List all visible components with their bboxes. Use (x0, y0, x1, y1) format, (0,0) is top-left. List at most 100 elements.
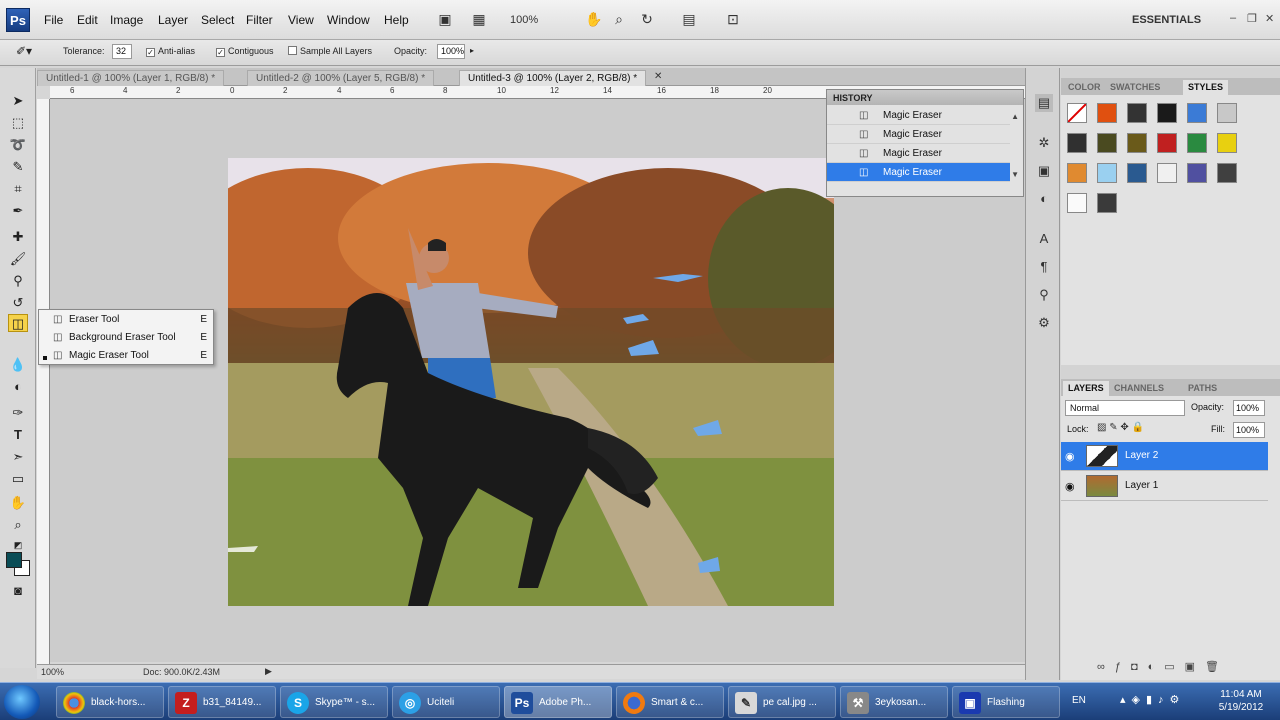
brush-tool-icon[interactable]: 🖌 (8, 250, 28, 268)
style-swatch[interactable] (1097, 103, 1117, 123)
hand-tool-icon[interactable]: ✋ (585, 11, 603, 27)
taskbar-uciteli[interactable]: ◎ Uciteli (392, 686, 500, 718)
flyout-item-magic-eraser[interactable]: ◫ Magic Eraser Tool E (53, 347, 213, 364)
fill-input[interactable]: 100% (1233, 422, 1265, 438)
visibility-eye-icon[interactable]: ◉ (1065, 480, 1075, 493)
taskbar-chrome[interactable]: black-hors... (56, 686, 164, 718)
taskbar-flashing[interactable]: ▣ Flashing (952, 686, 1060, 718)
style-swatch[interactable] (1157, 163, 1177, 183)
quick-selection-tool-icon[interactable]: ✎ (8, 158, 28, 176)
history-state[interactable]: ◫ Magic Eraser (827, 106, 1010, 125)
menu-file[interactable]: File (44, 13, 63, 27)
anti-alias-checkbox[interactable]: ✓ Anti-alias (146, 46, 195, 57)
style-swatch-none[interactable] (1067, 103, 1087, 123)
style-swatch[interactable] (1157, 133, 1177, 153)
eyedropper-tool-icon[interactable]: ✒ (8, 202, 28, 220)
style-swatch[interactable] (1127, 103, 1147, 123)
zoom-level[interactable]: 100% (510, 12, 560, 29)
history-panel-icon[interactable]: ▤ (1035, 94, 1053, 112)
style-swatch[interactable] (1217, 103, 1237, 123)
paragraph-panel-icon[interactable]: ¶ (1035, 258, 1053, 276)
layers-footer-icons[interactable]: ∞ƒ◘◐▭▣🗑 (1097, 660, 1229, 673)
pen-tool-icon[interactable]: ✑ (8, 404, 28, 422)
system-clock[interactable]: 11:04 AM 5/19/2012 (1210, 688, 1272, 714)
zoom-tool-panel-icon[interactable]: ⌕ (8, 516, 28, 534)
tab-paths[interactable]: PATHS (1183, 381, 1222, 396)
taskbar-firefox[interactable]: Smart & c... (616, 686, 724, 718)
clone-source-panel-icon[interactable]: ⚲ (1035, 286, 1053, 304)
tab-untitled-3[interactable]: Untitled-3 @ 100% (Layer 2, RGB/8) * (459, 70, 647, 86)
style-swatch[interactable] (1097, 163, 1117, 183)
masks-panel-icon[interactable]: ◐ (1035, 190, 1053, 208)
move-tool-icon[interactable]: ➤ (8, 92, 28, 110)
lock-icons[interactable]: ▨ ✎ ✥ 🔒 (1097, 422, 1144, 433)
history-state-current[interactable]: ◫ Magic Eraser (827, 163, 1010, 182)
scroll-down-icon[interactable]: ▼ (1011, 170, 1019, 179)
style-swatch[interactable] (1217, 163, 1237, 183)
tool-preset-icon[interactable]: ✐▾ (16, 44, 32, 58)
tab-channels[interactable]: CHANNELS (1109, 381, 1169, 396)
menu-filter[interactable]: Filter (246, 13, 273, 27)
style-swatch[interactable] (1067, 163, 1087, 183)
tray-icons[interactable]: ▴◈▮♪⚙ (1120, 693, 1185, 706)
minimize-icon[interactable]: – (1230, 12, 1236, 24)
workspace-switcher[interactable]: ESSENTIALS (1132, 14, 1201, 26)
restore-icon[interactable]: ❐ (1247, 12, 1257, 25)
layer-row-layer-1[interactable]: ◉ Layer 1 (1061, 472, 1268, 501)
tab-untitled-1[interactable]: Untitled-1 @ 100% (Layer 1, RGB/8) * (37, 70, 225, 86)
rotate-view-icon[interactable]: ↻ (638, 11, 656, 27)
menu-layer[interactable]: Layer (158, 13, 188, 27)
opacity-input[interactable]: 100% (437, 44, 465, 59)
style-swatch[interactable] (1067, 133, 1087, 153)
layer-opacity-input[interactable]: 100% (1233, 400, 1265, 416)
style-swatch[interactable] (1127, 163, 1147, 183)
history-brush-tool-icon[interactable]: ↺ (8, 294, 28, 312)
arrange-documents-icon[interactable]: ▤ (680, 11, 698, 27)
crop-tool-icon[interactable]: ⌗ (8, 180, 28, 198)
menu-image[interactable]: Image (110, 13, 143, 27)
bridge-icon[interactable]: ▣ (436, 11, 454, 27)
hand-tool-panel-icon[interactable]: ✋ (8, 494, 28, 512)
taskbar-filezilla[interactable]: Z b31_84149... (168, 686, 276, 718)
visibility-eye-icon[interactable]: ◉ (1065, 450, 1075, 463)
menu-window[interactable]: Window (327, 13, 370, 27)
spot-healing-tool-icon[interactable]: ✚ (8, 228, 28, 246)
sample-all-layers-checkbox[interactable]: Sample All Layers (288, 46, 372, 56)
menu-help[interactable]: Help (384, 13, 409, 27)
tool-presets-panel-icon[interactable]: ⚙ (1035, 314, 1053, 332)
flyout-item-background-eraser[interactable]: ◫ Background Eraser Tool E (53, 329, 213, 346)
tab-untitled-2[interactable]: Untitled-2 @ 100% (Layer 5, RGB/8) * (247, 70, 435, 86)
status-zoom[interactable]: 100% (41, 667, 64, 677)
blend-mode-select[interactable]: Normal (1065, 400, 1185, 416)
tolerance-input[interactable]: 32 (112, 44, 132, 59)
tab-styles[interactable]: STYLES (1183, 80, 1229, 95)
menu-select[interactable]: Select (201, 13, 234, 27)
contiguous-checkbox[interactable]: ✓ Contiguous (216, 46, 274, 57)
character-panel-icon[interactable]: A (1035, 230, 1053, 248)
close-icon[interactable]: ✕ (1265, 12, 1274, 25)
zoom-tool-icon[interactable]: ⌕ (610, 11, 628, 27)
style-swatch[interactable] (1097, 133, 1117, 153)
type-tool-icon[interactable]: T (8, 426, 28, 444)
clone-stamp-tool-icon[interactable]: ⚲ (8, 272, 28, 290)
style-swatch[interactable] (1217, 133, 1237, 153)
adjustments-panel-icon[interactable]: ▣ (1035, 162, 1053, 180)
shape-tool-icon[interactable]: ▭ (8, 470, 28, 488)
menu-edit[interactable]: Edit (77, 13, 98, 27)
foreground-color-swatch[interactable] (6, 552, 22, 568)
opacity-slider-arrow-icon[interactable]: ▸ (470, 46, 474, 55)
lasso-tool-icon[interactable]: ➰ (8, 136, 28, 154)
language-indicator[interactable]: EN (1072, 695, 1086, 706)
dodge-tool-icon[interactable]: ◐ (8, 378, 28, 396)
start-button[interactable] (4, 685, 40, 719)
taskbar-tool[interactable]: ⚒ 3eykosan... (840, 686, 948, 718)
taskbar-paint[interactable]: ✎ pe cal.jpg ... (728, 686, 836, 718)
style-swatch[interactable] (1187, 163, 1207, 183)
style-swatch[interactable] (1097, 193, 1117, 213)
tab-swatches[interactable]: SWATCHES (1105, 80, 1165, 95)
path-selection-tool-icon[interactable]: ➣ (8, 448, 28, 466)
history-state[interactable]: ◫ Magic Eraser (827, 144, 1010, 163)
history-state[interactable]: ◫ Magic Eraser (827, 125, 1010, 144)
flyout-item-eraser[interactable]: ◫ Eraser Tool E (53, 311, 213, 328)
screen-mode-icon[interactable]: ⊡ (724, 11, 742, 27)
